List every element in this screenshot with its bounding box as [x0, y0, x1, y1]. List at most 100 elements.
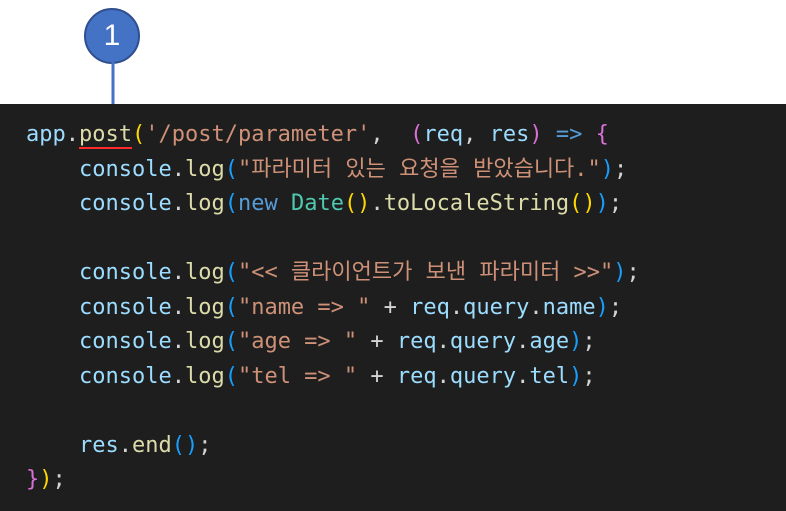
- code-token: console: [78, 294, 172, 320]
- code-token: '/post/parameter': [145, 122, 371, 147]
- code-token: new: [237, 191, 278, 216]
- code-token: ;: [608, 294, 623, 320]
- step-number-label: 1: [103, 19, 121, 52]
- code-line: app.post('/post/parameter', (req, res) =…: [26, 118, 640, 153]
- code-line: console.log("name => " + req.query.name)…: [26, 291, 640, 326]
- code-token: end: [131, 432, 172, 458]
- code-token: .: [449, 294, 464, 320]
- code-token: log: [184, 191, 225, 216]
- code-token: }: [26, 467, 40, 492]
- code-token: .: [171, 156, 185, 182]
- code-token: tel: [529, 363, 570, 389]
- code-token: (): [343, 191, 371, 216]
- code-token: "파라미터 있는 요청을 받았습니다.": [237, 156, 601, 182]
- code-editor[interactable]: app.post('/post/parameter', (req, res) =…: [0, 104, 786, 511]
- code-token: ;: [614, 156, 628, 182]
- code-token: console: [78, 329, 172, 354]
- code-token: ): [595, 294, 609, 320]
- code-token: query: [449, 363, 517, 389]
- code-token: (: [224, 191, 238, 216]
- code-token: req: [410, 294, 450, 320]
- code-token: .: [171, 329, 185, 354]
- code-token: .: [171, 363, 185, 389]
- code-token: ): [569, 363, 583, 389]
- code-token: .: [436, 329, 450, 354]
- code-token: req: [396, 363, 437, 389]
- code-token: (: [131, 122, 146, 147]
- code-token: "tel => ": [237, 363, 358, 389]
- code-token: (: [224, 156, 238, 182]
- code-token: toLocaleString: [383, 191, 570, 216]
- code-token: res: [78, 432, 119, 458]
- code-token: "name => ": [237, 294, 371, 320]
- code-token: .: [65, 122, 79, 147]
- code-line: console.log("<< 클라이언트가 보낸 파라미터 >>");: [26, 256, 640, 291]
- code-token: .: [370, 191, 384, 216]
- code-token: log: [184, 156, 225, 182]
- code-token: ): [595, 191, 609, 216]
- code-token: console: [78, 363, 172, 389]
- code-token: ): [529, 122, 543, 147]
- code-token: ): [39, 467, 53, 492]
- code-line: console.log("age => " + req.query.age);: [26, 325, 640, 360]
- code-token: res: [489, 122, 530, 147]
- code-token: {: [595, 122, 609, 147]
- code-token: .: [171, 294, 185, 320]
- code-block: app.post('/post/parameter', (req, res) =…: [26, 118, 640, 498]
- code-token: =>: [555, 122, 583, 147]
- code-token: ): [600, 156, 615, 182]
- code-token: console: [78, 260, 172, 285]
- code-token: ;: [582, 363, 596, 389]
- code-token: console: [78, 191, 172, 216]
- code-token: +: [370, 294, 411, 320]
- code-token: .: [516, 329, 530, 354]
- code-token: ,: [370, 122, 411, 147]
- code-token: (): [569, 191, 596, 216]
- code-line: });: [26, 463, 640, 498]
- step-number-badge: 1: [84, 8, 140, 64]
- code-token: log: [184, 294, 225, 320]
- code-token: ,: [463, 122, 490, 147]
- code-token: (: [224, 294, 238, 320]
- code-token: (: [224, 329, 238, 354]
- code-line: console.log("파라미터 있는 요청을 받았습니다.");: [26, 153, 640, 188]
- code-token: Date: [290, 191, 344, 216]
- code-token: "age => ": [237, 329, 358, 354]
- code-token: age: [529, 329, 570, 354]
- code-token: .: [171, 260, 185, 285]
- code-token: .: [516, 363, 530, 389]
- code-token: "<< 클라이언트가 보낸 파라미터 >>": [237, 260, 614, 285]
- code-token: ;: [582, 329, 596, 354]
- code-token: query: [449, 329, 517, 354]
- code-token: .: [436, 363, 450, 389]
- code-token: .: [171, 191, 185, 216]
- code-token: query: [463, 294, 530, 320]
- code-line: res.end();: [26, 429, 640, 464]
- code-line: console.log(new Date().toLocaleString())…: [26, 187, 640, 222]
- code-token: app: [26, 122, 66, 147]
- code-token: req: [423, 122, 464, 147]
- code-token: console: [78, 156, 172, 182]
- code-token: log: [184, 363, 225, 389]
- code-token: ): [569, 329, 583, 354]
- code-token: ;: [198, 432, 212, 458]
- code-token: name: [542, 294, 596, 320]
- code-token: ;: [608, 191, 623, 216]
- code-token: log: [184, 260, 225, 285]
- code-token: log: [184, 329, 225, 354]
- code-token: .: [118, 432, 132, 458]
- screenshot-canvas: 1 app.post('/post/parameter', (req, res)…: [0, 0, 786, 511]
- code-token: (: [224, 260, 238, 285]
- code-token: req: [396, 329, 437, 354]
